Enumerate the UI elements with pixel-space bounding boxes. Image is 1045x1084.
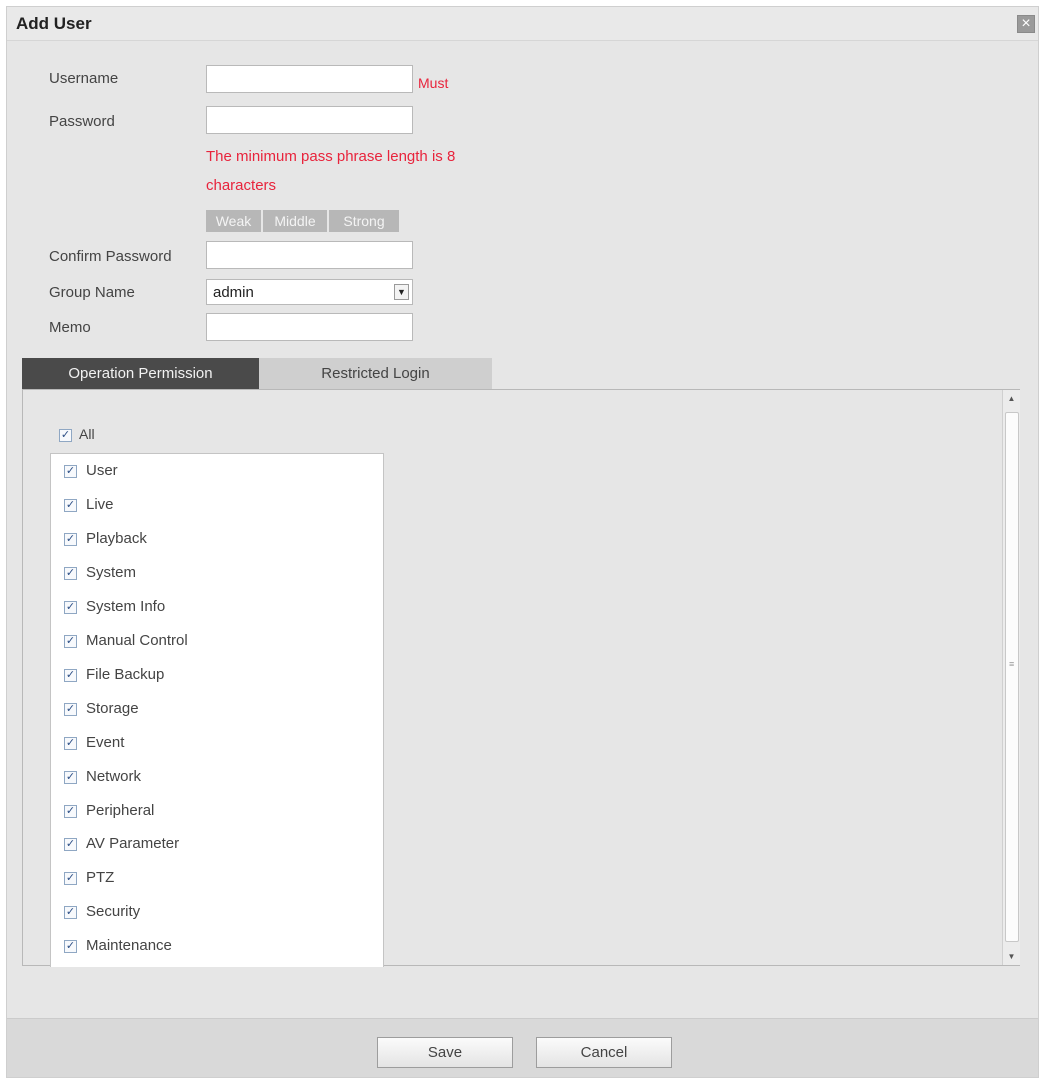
scroll-up-arrow-icon[interactable]: ▲	[1003, 390, 1020, 407]
dialog-titlebar: Add User ×	[7, 7, 1038, 41]
permission-item-system-info[interactable]: ✓ System Info	[64, 598, 165, 615]
confirm-password-label: Confirm Password	[49, 248, 172, 265]
tab-operation-permission[interactable]: Operation Permission	[22, 358, 259, 389]
vertical-scrollbar[interactable]: ▲ ≡ ▼	[1002, 390, 1020, 965]
tab-restricted-login[interactable]: Restricted Login	[259, 358, 492, 389]
checkbox-checked-icon[interactable]: ✓	[64, 566, 77, 580]
permission-list: ✓ User ✓ Live ✓ Playback ✓ System ✓ System In…	[50, 453, 384, 967]
permission-item-label: System	[86, 564, 137, 581]
username-required-note: Must	[418, 75, 449, 91]
permission-item-label: Peripheral	[86, 802, 155, 819]
group-name-label: Group Name	[49, 284, 135, 301]
checkbox-checked-icon[interactable]: ✓	[64, 837, 77, 851]
strength-strong: Strong	[329, 210, 399, 232]
permission-item-label: Maintenance	[86, 937, 172, 954]
grip-icon: ≡	[1009, 659, 1015, 669]
add-user-dialog: Add User × Username Must Password The mi…	[6, 6, 1039, 1078]
cancel-button[interactable]: Cancel	[536, 1037, 672, 1068]
permission-item-user[interactable]: ✓ User	[64, 462, 118, 479]
checkbox-checked-icon[interactable]: ✓	[64, 939, 77, 953]
permission-item-live[interactable]: ✓ Live	[64, 496, 114, 513]
permission-item-network[interactable]: ✓ Network	[64, 768, 141, 785]
password-label: Password	[49, 113, 115, 130]
memo-input[interactable]	[206, 313, 413, 341]
permission-item-label: PTZ	[86, 869, 115, 886]
group-name-value: admin	[213, 284, 254, 301]
password-input[interactable]	[206, 106, 413, 134]
permission-item-label: Live	[86, 496, 114, 513]
checkbox-checked-icon[interactable]: ✓	[59, 428, 72, 442]
permission-item-label: User	[86, 462, 118, 479]
checkbox-checked-icon[interactable]: ✓	[64, 736, 77, 750]
permission-item-label: Network	[86, 768, 142, 785]
scroll-down-arrow-icon[interactable]: ▼	[1003, 948, 1020, 965]
checkbox-checked-icon[interactable]: ✓	[64, 905, 77, 919]
permission-item-ptz[interactable]: ✓ PTZ	[64, 869, 114, 886]
permission-item-maintenance[interactable]: ✓ Maintenance	[64, 937, 172, 954]
permission-item-av-parameter[interactable]: ✓ AV Parameter	[64, 835, 179, 852]
permission-item-system[interactable]: ✓ System	[64, 564, 136, 581]
permission-item-manual-control[interactable]: ✓ Manual Control	[64, 632, 188, 649]
checkbox-checked-icon[interactable]: ✓	[64, 804, 77, 818]
checkbox-checked-icon[interactable]: ✓	[64, 600, 77, 614]
checkbox-checked-icon[interactable]: ✓	[64, 770, 77, 784]
permission-item-label: AV Parameter	[86, 835, 180, 852]
dialog-footer: Save Cancel	[7, 1018, 1038, 1077]
close-icon[interactable]: ×	[1017, 15, 1035, 33]
save-button[interactable]: Save	[377, 1037, 513, 1068]
checkbox-checked-icon[interactable]: ✓	[64, 702, 77, 716]
checkbox-checked-icon[interactable]: ✓	[64, 532, 77, 546]
permission-item-label: Storage	[86, 700, 139, 717]
permission-item-label: Security	[86, 903, 141, 920]
permission-all-label: All	[79, 426, 95, 442]
checkbox-checked-icon[interactable]: ✓	[64, 668, 77, 682]
permission-item-label: File Backup	[86, 666, 165, 683]
checkbox-checked-icon[interactable]: ✓	[64, 464, 77, 478]
username-input[interactable]	[206, 65, 413, 93]
permission-item-label: Manual Control	[86, 632, 188, 649]
permission-item-storage[interactable]: ✓ Storage	[64, 700, 139, 717]
operation-permission-panel: ✓ All ✓ User ✓ Live ✓ Playback ✓ System ✓ Syst…	[22, 389, 1020, 967]
permission-item-peripheral[interactable]: ✓ Peripheral	[64, 802, 154, 819]
password-hint-line2: characters	[206, 177, 277, 194]
permission-item-playback[interactable]: ✓ Playback	[64, 530, 147, 547]
permission-item-label: Event	[86, 734, 125, 751]
strength-weak: Weak	[206, 210, 263, 232]
dialog-title: Add User	[16, 14, 92, 33]
checkbox-checked-icon[interactable]: ✓	[64, 871, 77, 885]
permission-item-label: System Info	[86, 598, 166, 615]
permission-item-file-backup[interactable]: ✓ File Backup	[64, 666, 164, 683]
confirm-password-input[interactable]	[206, 241, 413, 269]
checkbox-checked-icon[interactable]: ✓	[64, 634, 77, 648]
memo-label: Memo	[49, 319, 91, 336]
permission-all[interactable]: ✓ All	[59, 426, 95, 442]
chevron-down-icon[interactable]: ▼	[394, 284, 409, 300]
checkbox-checked-icon[interactable]: ✓	[64, 498, 77, 512]
scroll-thumb[interactable]: ≡	[1005, 412, 1019, 942]
permission-item-label: Playback	[86, 530, 147, 547]
permission-item-security[interactable]: ✓ Security	[64, 903, 140, 920]
password-hint-line1: The minimum pass phrase length is 8	[206, 148, 456, 165]
username-label: Username	[49, 70, 119, 87]
password-strength-meter: Weak Middle Strong	[206, 210, 399, 232]
group-name-select[interactable]: admin ▼	[206, 279, 413, 305]
permission-item-event[interactable]: ✓ Event	[64, 734, 124, 751]
strength-middle: Middle	[263, 210, 329, 232]
